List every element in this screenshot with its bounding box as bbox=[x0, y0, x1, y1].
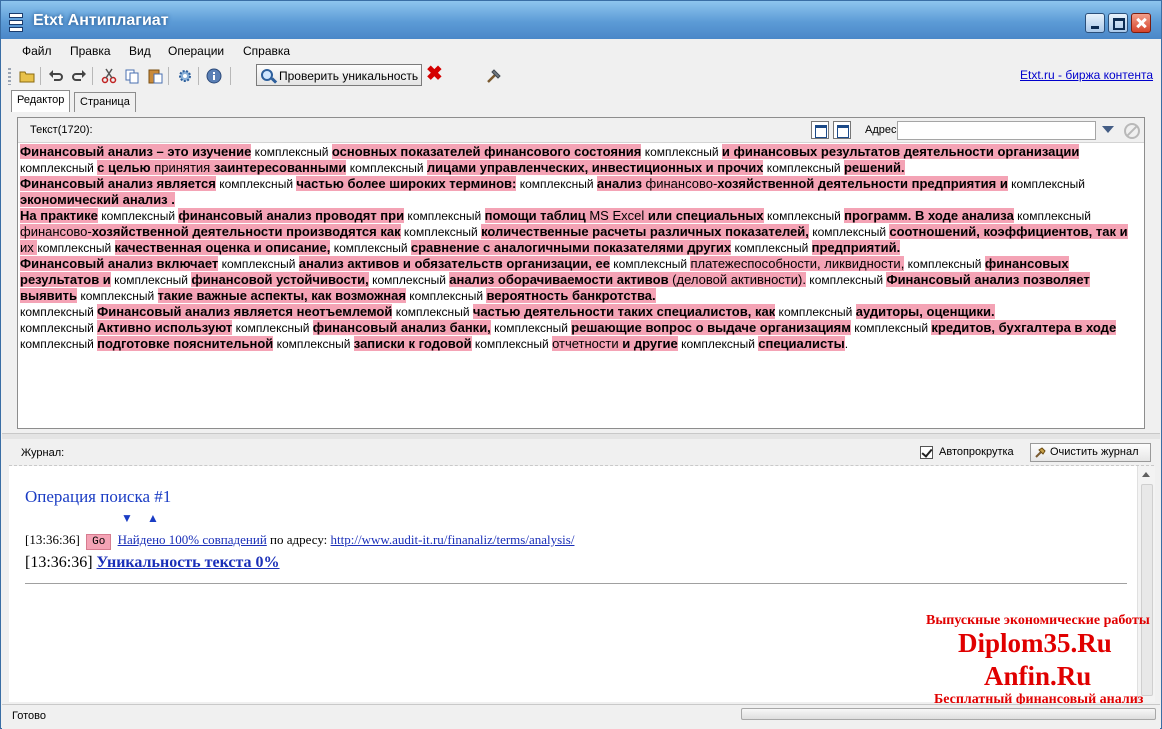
maximize-button[interactable] bbox=[1108, 13, 1128, 33]
address-text: по адресу: bbox=[266, 532, 331, 547]
collapse-down-icon[interactable]: ▼ bbox=[121, 511, 133, 525]
clear-journal-label: Очистить журнал bbox=[1050, 446, 1139, 458]
autoscroll-label[interactable]: Автопрокрутка bbox=[939, 446, 1014, 458]
journal-header: Журнал: Автопрокрутка Очистить журнал bbox=[9, 441, 1154, 466]
watermark-line1: Выпускные экономические работы bbox=[926, 613, 1150, 628]
cancel-icon[interactable] bbox=[1124, 123, 1140, 139]
scroll-thumb[interactable] bbox=[1141, 484, 1153, 696]
view-split-icon[interactable] bbox=[833, 121, 851, 139]
menu-bar: Файл Правка Вид Операции Справка bbox=[2, 40, 1160, 62]
go-button[interactable]: Go bbox=[86, 534, 112, 550]
menu-edit[interactable]: Правка bbox=[70, 44, 111, 58]
menu-operations[interactable]: Операции bbox=[168, 44, 224, 58]
menu-view[interactable]: Вид bbox=[129, 44, 151, 58]
app-icon bbox=[9, 13, 23, 32]
close-button[interactable] bbox=[1131, 13, 1151, 33]
paste-icon[interactable] bbox=[147, 68, 163, 84]
toolbar-grip[interactable] bbox=[8, 68, 11, 85]
tab-editor[interactable]: Редактор bbox=[11, 90, 71, 112]
settings-icon[interactable] bbox=[177, 68, 193, 84]
log-entry-uniqueness: [13:36:36] Уникальность текста 0% bbox=[25, 554, 280, 572]
journal-divider bbox=[25, 583, 1127, 584]
toolbar-separator bbox=[198, 67, 199, 85]
title-bar[interactable]: Etxt Антиплагиат bbox=[1, 1, 1161, 39]
open-icon[interactable] bbox=[19, 68, 35, 84]
scroll-up-icon[interactable] bbox=[1142, 472, 1150, 477]
uniqueness-link[interactable]: Уникальность текста 0% bbox=[97, 554, 280, 571]
collapse-up-icon[interactable]: ▲ bbox=[147, 511, 159, 525]
broom-icon bbox=[1035, 447, 1046, 458]
check-uniqueness-button[interactable]: Проверить уникальность bbox=[256, 64, 422, 86]
source-url-link[interactable]: http://www.audit-it.ru/finanaliz/terms/a… bbox=[331, 532, 575, 547]
matches-link[interactable]: Найдено 100% совпадений bbox=[118, 532, 267, 547]
cut-icon[interactable] bbox=[101, 68, 117, 84]
view-window-icon[interactable] bbox=[811, 121, 829, 139]
watermark-line2: Diplom35.Ru bbox=[958, 628, 1112, 658]
operation-title: Операция поиска #1 bbox=[25, 487, 172, 506]
dropdown-arrow-icon[interactable] bbox=[1102, 126, 1114, 133]
copy-icon[interactable] bbox=[124, 68, 140, 84]
log-time: [13:36:36] bbox=[25, 532, 80, 547]
log-entry-match: [13:36:36] Go Найдено 100% совпадений по… bbox=[25, 532, 574, 550]
autoscroll-checkbox[interactable] bbox=[920, 446, 933, 459]
search-icon bbox=[261, 69, 273, 81]
log-time: [13:36:36] bbox=[25, 554, 93, 571]
toolbar-separator bbox=[230, 67, 231, 85]
status-text: Готово bbox=[12, 710, 46, 722]
toolbar-separator bbox=[168, 67, 169, 85]
watermark-line3: Anfin.Ru bbox=[984, 661, 1092, 691]
address-input[interactable] bbox=[897, 121, 1096, 140]
journal-panel: Операция поиска #1 ▼ ▲ [13:36:36] Go Най… bbox=[9, 466, 1137, 702]
journal-label: Журнал: bbox=[21, 447, 65, 459]
stop-icon[interactable]: ✖ bbox=[426, 64, 444, 84]
address-label: Адрес: bbox=[865, 124, 900, 136]
tools-icon[interactable] bbox=[485, 67, 503, 85]
status-bar: Готово bbox=[2, 704, 1160, 729]
menu-help[interactable]: Справка bbox=[243, 44, 290, 58]
toolbar-separator bbox=[40, 67, 41, 85]
editor-header: Текст(1720): Адрес: bbox=[18, 118, 1144, 143]
text-count-label: Текст(1720): bbox=[30, 124, 93, 136]
toolbar-separator bbox=[92, 67, 93, 85]
menu-file[interactable]: Файл bbox=[22, 44, 52, 58]
minimize-button[interactable] bbox=[1085, 13, 1105, 33]
check-uniqueness-label: Проверить уникальность bbox=[279, 69, 419, 83]
editor-text[interactable]: Финансовый анализ – это изучение комплек… bbox=[20, 144, 1138, 352]
progress-bar bbox=[741, 708, 1156, 720]
toolbar: Проверить уникальность ✖ Etxt.ru - биржа… bbox=[2, 63, 1160, 89]
clear-journal-button[interactable]: Очистить журнал bbox=[1030, 443, 1151, 462]
journal-scrollbar[interactable] bbox=[1137, 466, 1155, 702]
editor-panel: Текст(1720): Адрес: Финансовый анализ – … bbox=[17, 117, 1145, 429]
redo-icon[interactable] bbox=[71, 68, 87, 84]
tab-page[interactable]: Страница bbox=[74, 92, 136, 112]
info-icon[interactable] bbox=[206, 68, 222, 84]
panel-splitter[interactable] bbox=[2, 433, 1160, 439]
undo-icon[interactable] bbox=[48, 68, 64, 84]
app-window: Etxt Антиплагиат Файл Правка Вид Операци… bbox=[0, 0, 1162, 729]
window-title: Etxt Антиплагиат bbox=[33, 12, 169, 29]
etxt-link[interactable]: Etxt.ru - биржа контента bbox=[1020, 68, 1153, 82]
